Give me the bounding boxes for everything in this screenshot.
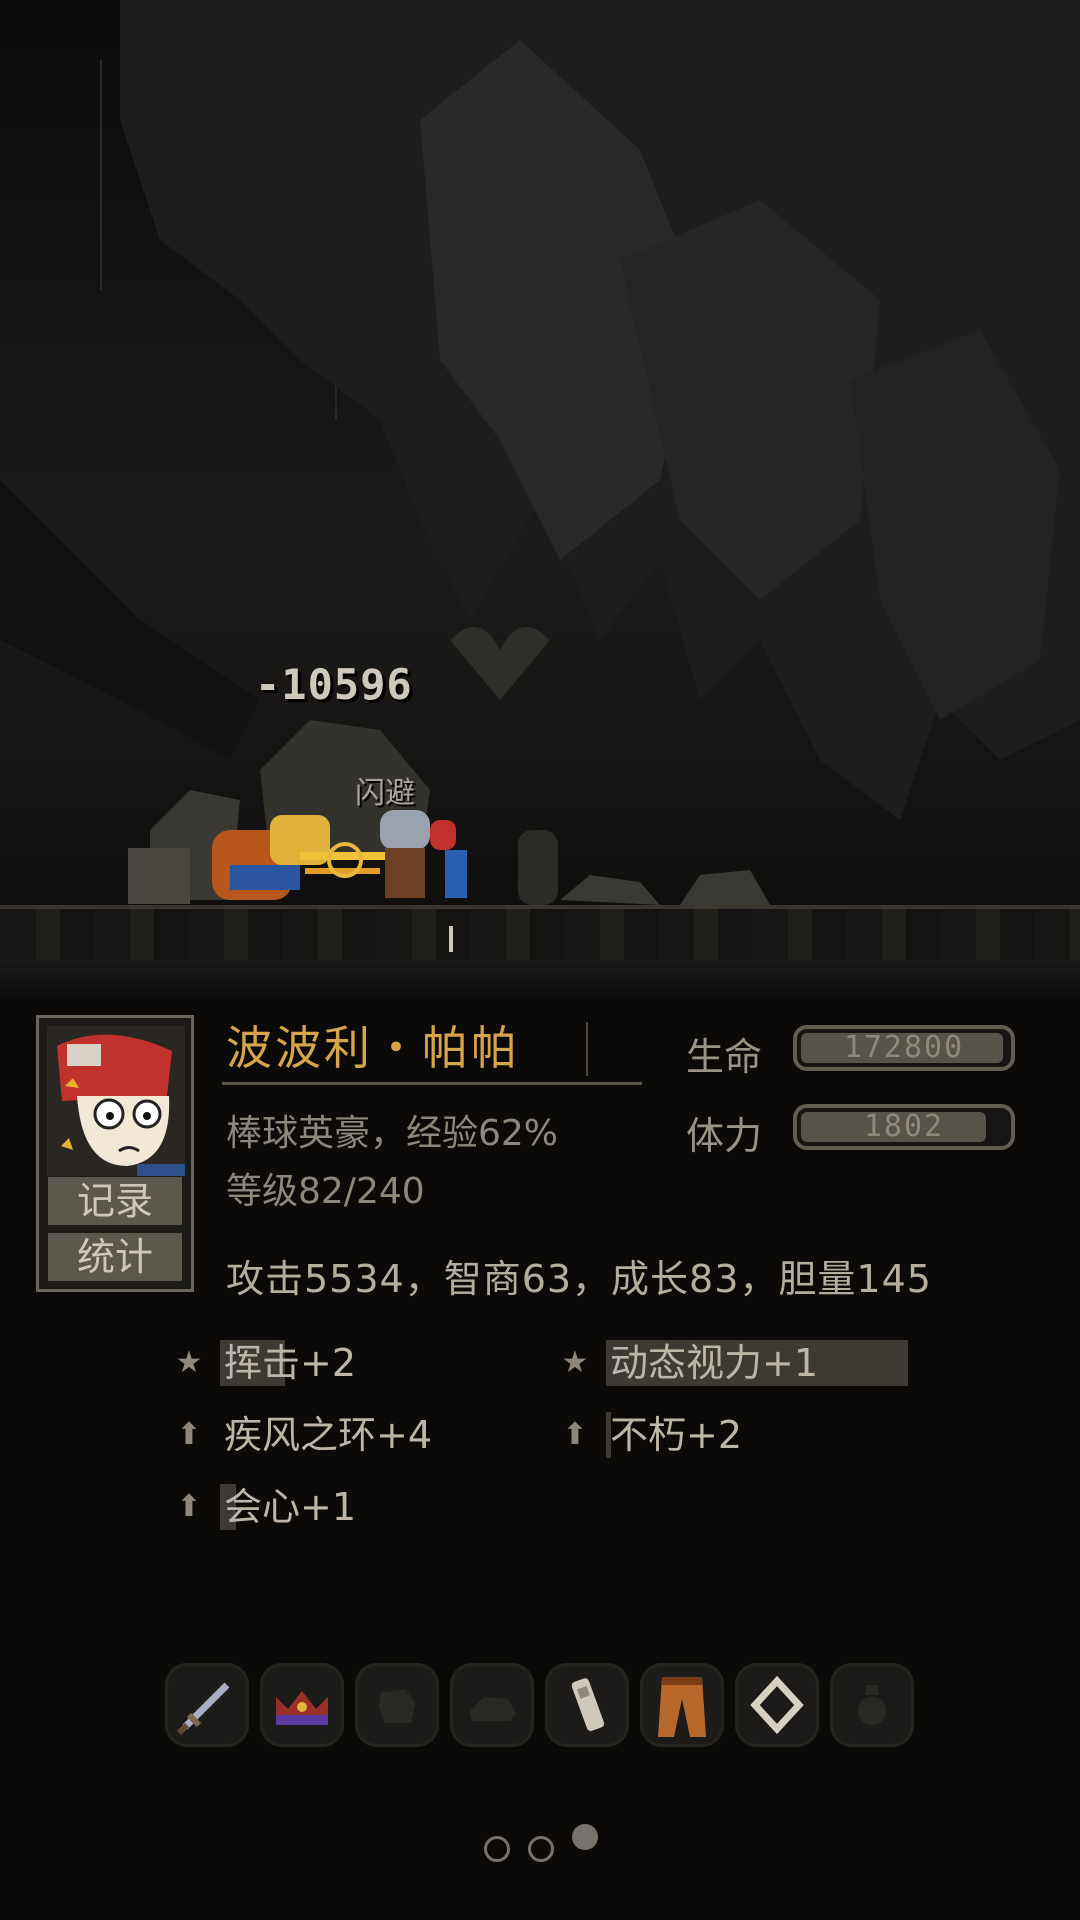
skill-label: 疾风之环+4 bbox=[224, 1413, 433, 1457]
arrow-up-icon: ⬆ bbox=[176, 1489, 202, 1524]
equip-slot-accessory[interactable] bbox=[545, 1663, 629, 1747]
hero-attributes: 攻击5534，智商63，成长83，胆量145 bbox=[226, 1257, 932, 1301]
hero-title-exp: 棒球英豪，经验62% bbox=[226, 1113, 559, 1154]
equip-slot-legs[interactable] bbox=[640, 1663, 724, 1747]
page-indicator bbox=[0, 1820, 1080, 1880]
skill-label: 会心+1 bbox=[224, 1485, 357, 1529]
hp-bar: 172800 bbox=[793, 1025, 1015, 1071]
cave-background bbox=[0, 0, 1080, 905]
hp-label: 生命 bbox=[686, 1035, 763, 1079]
stamina-bar: 1802 bbox=[793, 1104, 1015, 1150]
equip-slot-feet[interactable] bbox=[450, 1663, 534, 1747]
pants-icon bbox=[658, 1677, 706, 1737]
hero-face-icon bbox=[47, 1026, 185, 1176]
skill-item[interactable]: ⬆ 疾风之环+4 bbox=[172, 1412, 492, 1458]
record-button[interactable]: 记录 bbox=[48, 1177, 182, 1225]
battle-scene: -10596 闪避 bbox=[0, 0, 1080, 1000]
bandage-icon bbox=[571, 1678, 605, 1732]
arrow-up-icon: ⬆ bbox=[176, 1417, 202, 1452]
name-underline bbox=[222, 1082, 642, 1085]
star-icon: ★ bbox=[561, 1345, 589, 1380]
hp-value: 172800 bbox=[843, 1030, 965, 1065]
hero-avatar[interactable] bbox=[47, 1026, 185, 1176]
skill-item[interactable]: ⬆ 会心+1 bbox=[172, 1484, 492, 1530]
equip-slot-item[interactable] bbox=[830, 1663, 914, 1747]
stamina-label: 体力 bbox=[686, 1114, 763, 1158]
skill-item[interactable]: ⬆ 不朽+2 bbox=[558, 1412, 878, 1458]
skill-item[interactable]: ★ 挥击+2 bbox=[172, 1340, 492, 1386]
damage-number: -10596 bbox=[255, 660, 413, 709]
skill-label: 不朽+2 bbox=[610, 1413, 743, 1457]
boots-icon bbox=[470, 1697, 516, 1721]
stats-button[interactable]: 统计 bbox=[48, 1233, 182, 1281]
equip-slot-hands[interactable] bbox=[355, 1663, 439, 1747]
equip-slot-ring[interactable] bbox=[735, 1663, 819, 1747]
glove-icon bbox=[379, 1689, 415, 1723]
hero-level: 等级82/240 bbox=[226, 1171, 425, 1212]
hero-name: 波波利・帕帕 bbox=[226, 1021, 520, 1075]
ring-icon bbox=[750, 1675, 804, 1735]
page-dot[interactable] bbox=[484, 1836, 510, 1862]
skill-label: 动态视力+1 bbox=[610, 1341, 819, 1385]
skill-label: 挥击+2 bbox=[224, 1341, 357, 1385]
position-marker bbox=[449, 926, 453, 952]
miss-text: 闪避 bbox=[355, 776, 415, 811]
potion-icon bbox=[858, 1685, 886, 1725]
page-dot[interactable] bbox=[528, 1836, 554, 1862]
crown-icon bbox=[276, 1691, 328, 1725]
page-dot-active[interactable] bbox=[572, 1824, 598, 1850]
equip-slot-head[interactable] bbox=[260, 1663, 344, 1747]
name-divider bbox=[586, 1022, 588, 1076]
star-icon: ★ bbox=[175, 1345, 203, 1380]
arrow-up-icon: ⬆ bbox=[562, 1417, 588, 1452]
skill-item[interactable]: ★ 动态视力+1 bbox=[558, 1340, 908, 1386]
stamina-value: 1802 bbox=[863, 1109, 945, 1144]
sword-icon bbox=[176, 1682, 230, 1736]
hero-portrait-card: 记录 统计 bbox=[36, 1015, 194, 1292]
equip-slot-weapon[interactable] bbox=[165, 1663, 249, 1747]
